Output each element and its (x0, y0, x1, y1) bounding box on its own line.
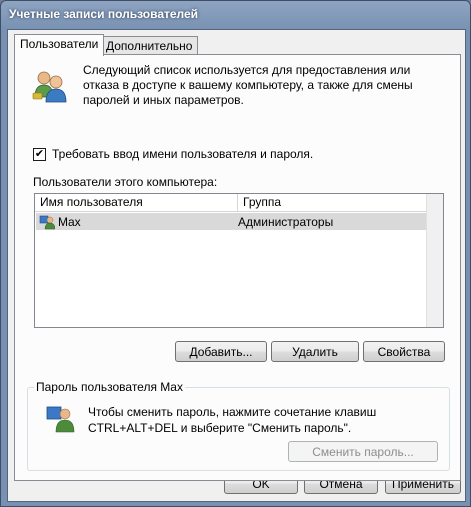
dialog-window: Учетные записи пользователей Пользовател… (0, 0, 471, 507)
properties-button[interactable]: Свойства (363, 341, 445, 362)
users-list[interactable]: Имя пользователя Группа Max Администрато… (34, 193, 444, 328)
column-header-username[interactable]: Имя пользователя (35, 194, 238, 211)
users-section-label: Пользователи этого компьютера: (33, 175, 218, 189)
password-groupbox: Пароль пользователя Max Чтобы сменить па… (27, 380, 450, 471)
dialog-client: Пользователи Дополнительно Следующий спи… (7, 29, 466, 502)
user-icon (39, 214, 56, 230)
users-icon (31, 69, 69, 108)
list-scrollbar[interactable] (426, 194, 443, 327)
password-group-legend: Пароль пользователя Max (34, 380, 185, 394)
users-list-header: Имя пользователя Группа (35, 194, 443, 212)
password-user-icon (46, 404, 76, 437)
add-user-button[interactable]: Добавить... (175, 341, 267, 362)
require-login-checkbox[interactable]: ✔ (33, 147, 46, 161)
window-title: Учетные записи пользователей (9, 7, 199, 21)
tab-users[interactable]: Пользователи (14, 34, 105, 56)
tab-advanced-label: Дополнительно (106, 39, 193, 53)
column-header-group[interactable]: Группа (238, 194, 439, 211)
change-password-button[interactable]: Сменить пароль... (288, 441, 438, 462)
tab-advanced[interactable]: Дополнительно (100, 36, 199, 56)
title-bar[interactable]: Учетные записи пользователей (1, 1, 470, 29)
user-name: Max (58, 214, 81, 229)
table-row[interactable]: Max Администраторы (36, 213, 432, 230)
user-cell: Max (36, 214, 233, 230)
description-text: Следующий список используется для предос… (83, 63, 413, 107)
tab-users-label: Пользователи (20, 37, 99, 51)
tab-panel-users: Следующий список используется для предос… (14, 54, 461, 481)
remove-user-button[interactable]: Удалить (271, 341, 359, 362)
password-instructions: Чтобы сменить пароль, нажмите сочетание … (88, 405, 377, 435)
user-group: Администраторы (238, 214, 334, 229)
require-login-label: Требовать ввод имени пользователя и паро… (52, 147, 314, 161)
require-login-row[interactable]: ✔ Требовать ввод имени пользователя и па… (33, 147, 313, 161)
